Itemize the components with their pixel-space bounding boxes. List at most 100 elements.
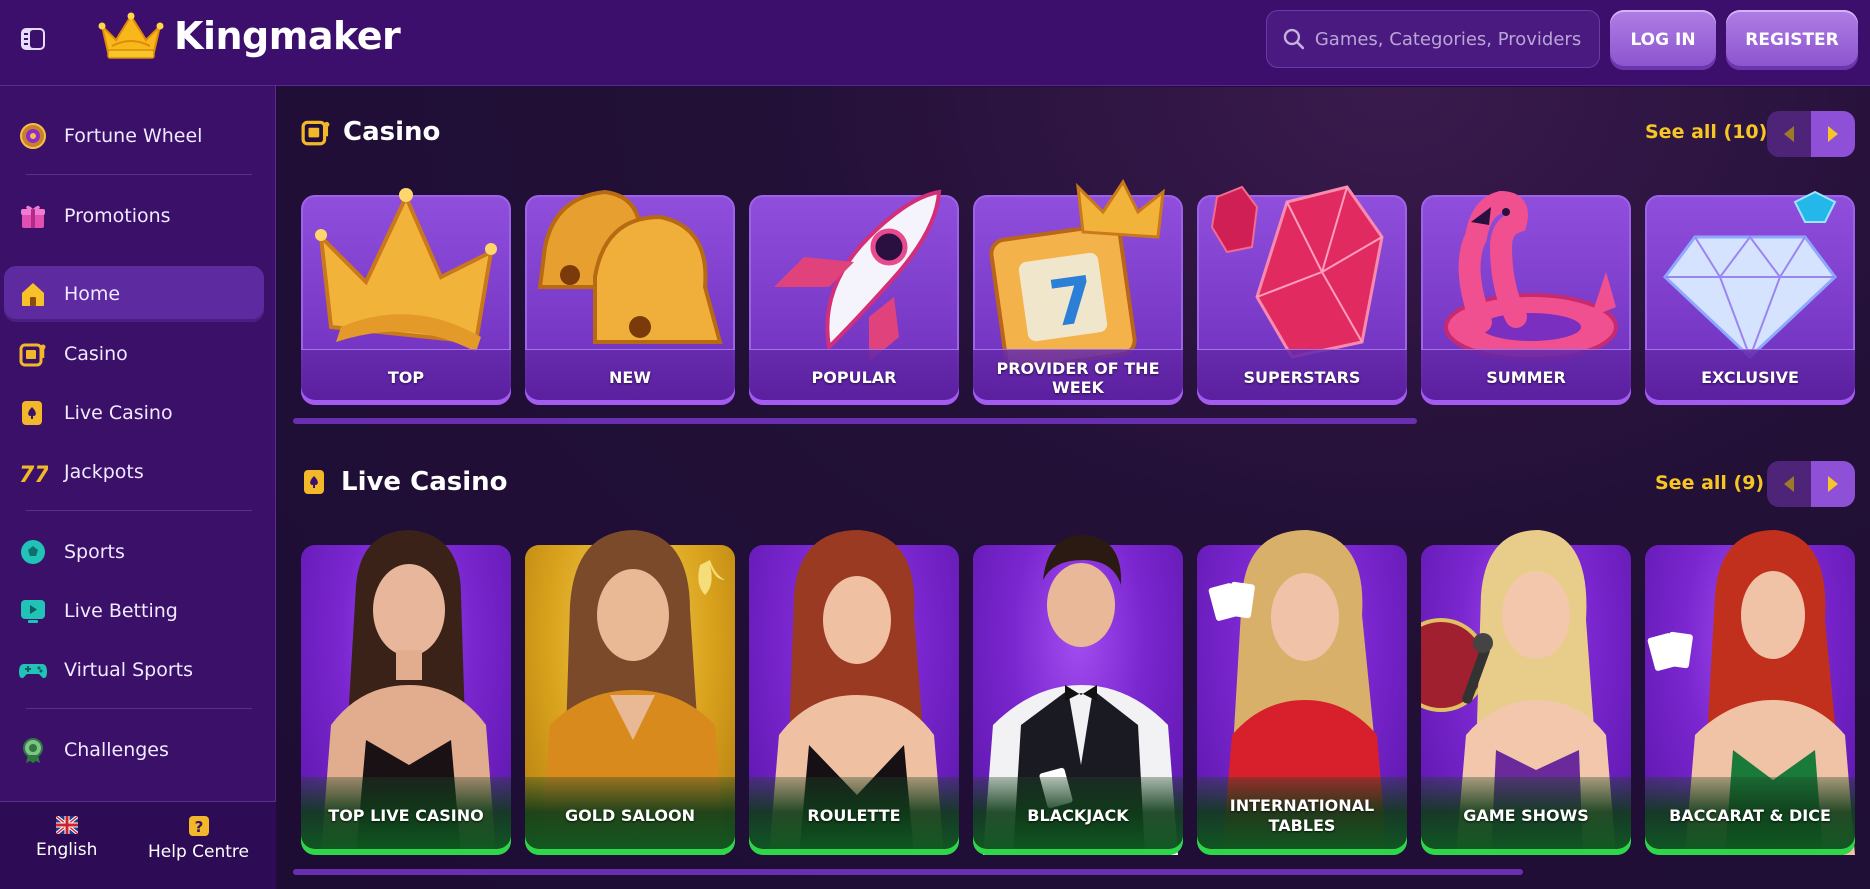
card-label-bar: POPULAR (749, 349, 959, 405)
search-icon (1283, 28, 1305, 50)
sidebar-item-label: Virtual Sports (64, 659, 194, 681)
live-casino-carousel-arrows (1767, 461, 1855, 507)
casino-section-header: Casino (301, 117, 440, 147)
casino-prev-button[interactable] (1767, 111, 1811, 157)
help-centre-button[interactable]: ? Help Centre (148, 816, 249, 862)
live-card-game-shows[interactable]: GAME SHOWS (1421, 530, 1631, 855)
sidebar-item-fortune-wheel[interactable]: Fortune Wheel (4, 108, 264, 164)
casino-see-all-link[interactable]: See all (10) (1645, 121, 1767, 143)
sidebar-item-home[interactable]: Home (4, 266, 264, 322)
live-card-baccarat-dice[interactable]: BACCARAT & DICE (1645, 530, 1855, 855)
casino-card-new[interactable]: NEW (525, 189, 735, 405)
live-card-top-live-casino[interactable]: TOP LIVE CASINO (301, 530, 511, 855)
casino-next-button[interactable] (1811, 111, 1855, 157)
card-label-bar: GOLD SALOON (525, 777, 735, 855)
casino-card-popular[interactable]: POPULAR (749, 189, 959, 405)
sidebar: Fortune Wheel Promotions Home Casino Liv… (0, 86, 276, 889)
top-header: Kingmaker LOG IN REGISTER (0, 0, 1870, 86)
card-label: EXCLUSIVE (1701, 368, 1799, 387)
svg-text:77: 77 (19, 463, 48, 486)
football-icon (18, 537, 48, 567)
card-label-bar: INTERNATIONAL TABLES (1197, 777, 1407, 855)
slot-seven-art-icon: 7 (989, 179, 1165, 367)
sidebar-toggle-icon[interactable] (18, 24, 48, 54)
card-label-bar: ROULETTE (749, 777, 959, 855)
card-label-bar: BACCARAT & DICE (1645, 777, 1855, 855)
sidebar-item-promotions[interactable]: Promotions (4, 188, 264, 244)
crown-logo-icon (98, 12, 164, 59)
card-label: ROULETTE (807, 806, 901, 825)
sidebar-item-label: Challenges (64, 739, 169, 761)
sidebar-item-challenges[interactable]: Challenges (4, 722, 264, 778)
kingmaker-logo[interactable]: Kingmaker (98, 12, 401, 60)
casino-card-provider-of-the-week[interactable]: 7 PROVIDER OF THE WEEK (973, 179, 1183, 405)
sidebar-item-live-betting[interactable]: Live Betting (4, 583, 264, 639)
login-button[interactable]: LOG IN (1610, 10, 1716, 70)
register-button[interactable]: REGISTER (1726, 10, 1858, 70)
help-icon: ? (188, 816, 209, 836)
casino-card-exclusive[interactable]: EXCLUSIVE (1645, 190, 1855, 405)
sidebar-item-sports[interactable]: Sports (4, 524, 264, 580)
card-label-bar: NEW (525, 349, 735, 405)
sidebar-item-label: Sports (64, 541, 125, 563)
casino-card-top[interactable]: TOP (301, 188, 511, 405)
card-label: BACCARAT & DICE (1669, 806, 1831, 825)
flamingo-art-icon (1444, 190, 1618, 361)
uk-flag-icon (55, 816, 78, 834)
sidebar-item-label: Promotions (64, 205, 171, 227)
card-label-bar: PROVIDER OF THE WEEK (973, 349, 1183, 405)
sidebar-item-jackpots[interactable]: 77 Jackpots (4, 444, 264, 500)
live-casino-next-button[interactable] (1811, 461, 1855, 507)
gift-icon (18, 201, 48, 231)
sidebar-divider (26, 510, 252, 511)
sidebar-item-virtual-sports[interactable]: Virtual Sports (4, 642, 264, 698)
card-label: SUPERSTARS (1243, 368, 1361, 387)
sidebar-item-casino[interactable]: Casino (4, 326, 264, 382)
card-label: PROVIDER OF THE WEEK (996, 358, 1160, 397)
main-content: Casino See all (10) TOP NEW POPULAR 7 PR… (277, 87, 1870, 889)
casino-card-summer[interactable]: SUMMER (1421, 190, 1631, 405)
card-label: SUMMER (1486, 368, 1566, 387)
home-icon (18, 279, 48, 309)
live-casino-carousel-scrollbar[interactable] (293, 869, 1523, 875)
card-label-bar: TOP (301, 349, 511, 405)
sidebar-item-live-casino[interactable]: Live Casino (4, 385, 264, 441)
live-card-gold-saloon[interactable]: GOLD SALOON (525, 530, 735, 855)
card-label-bar: SUMMER (1421, 349, 1631, 405)
bells-art-icon (537, 189, 723, 344)
live-card-roulette[interactable]: ROULETTE (749, 530, 959, 855)
card-label-bar: EXCLUSIVE (1645, 349, 1855, 405)
sidebar-divider (26, 708, 252, 709)
ruby-art-icon (1210, 185, 1384, 359)
playing-card-icon (18, 398, 48, 428)
arrow-right-icon (1828, 476, 1838, 492)
medal-icon (18, 735, 48, 765)
card-label: POPULAR (811, 368, 897, 387)
language-selector[interactable]: English (36, 816, 97, 860)
casino-section-title: Casino (343, 117, 441, 147)
live-casino-section-header: Live Casino (301, 467, 508, 497)
fortune-wheel-icon (18, 121, 48, 151)
card-label: BLACKJACK (1027, 806, 1129, 825)
card-label: INTERNATIONAL TABLES (1229, 796, 1375, 835)
sevens-icon: 77 (18, 457, 48, 487)
search-box[interactable] (1266, 10, 1600, 68)
card-label: TOP (387, 368, 425, 387)
card-label: NEW (609, 368, 651, 387)
arrow-left-icon (1784, 476, 1794, 492)
casino-card-superstars[interactable]: SUPERSTARS (1197, 185, 1407, 405)
live-casino-see-all-link[interactable]: See all (9) (1655, 472, 1764, 494)
casino-carousel-scrollbar[interactable] (293, 418, 1417, 424)
live-card-international-tables[interactable]: INTERNATIONAL TABLES (1197, 530, 1407, 855)
live-casino-prev-button[interactable] (1767, 461, 1811, 507)
card-label-bar: BLACKJACK (973, 777, 1183, 855)
sidebar-item-label: Live Casino (64, 402, 173, 424)
language-label: English (36, 840, 98, 860)
live-card-blackjack[interactable]: BLACKJACK (973, 535, 1183, 855)
card-label-bar: GAME SHOWS (1421, 777, 1631, 855)
casino-carousel-arrows (1767, 111, 1855, 157)
sidebar-item-label: Live Betting (64, 600, 178, 622)
search-input[interactable] (1314, 28, 1583, 50)
sidebar-divider (26, 174, 252, 175)
live-casino-section-title: Live Casino (341, 467, 508, 497)
